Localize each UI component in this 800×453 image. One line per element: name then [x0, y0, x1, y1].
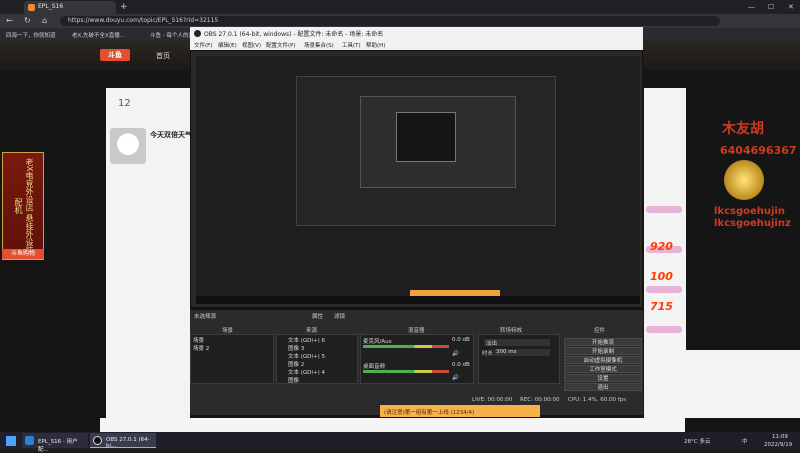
score-badge: 100 [650, 270, 673, 283]
windows-start-icon[interactable] [6, 436, 16, 446]
menu-file[interactable]: 文件(F) [194, 41, 212, 49]
edge-icon [25, 436, 34, 445]
start-record-button[interactable]: 开始录制 [564, 347, 642, 355]
source-item[interactable]: 图像 3 [288, 344, 304, 352]
virtual-camera-button[interactable]: 启动虚拟摄像机 [564, 356, 642, 364]
back-icon[interactable]: ← [6, 16, 13, 25]
site-logo[interactable]: 斗鱼 [100, 49, 130, 61]
desktop-meter [363, 370, 449, 373]
obs-menu-bar: 文件(F) 编辑(E) 视图(V) 配置文件(P) 场景集合(S) 工具(T) … [190, 40, 643, 50]
crown-icon [724, 160, 764, 200]
gift-bar [100, 418, 685, 432]
cat-avatar[interactable] [110, 128, 146, 164]
score-badge: 715 [650, 300, 673, 313]
input-language[interactable]: 中 [742, 437, 748, 445]
live-time: LIVE: 00:00:00 [472, 397, 513, 403]
source-item[interactable]: 文本 (GDI+) 6 [288, 336, 325, 344]
obs-icon [93, 436, 102, 445]
weather-status[interactable]: 28°C 多云 [684, 437, 710, 445]
overlay-number: 6404696367 [720, 144, 797, 157]
desktop-track-db: 0.0 dB [452, 362, 470, 368]
obs-window-title: OBS 27.0.1 (64-bit, windows) - 配置文件: 未命名… [204, 31, 384, 38]
scene-item[interactable]: 场景 2 [193, 344, 209, 352]
obs-title-bar: OBS 27.0.1 (64-bit, windows) - 配置文件: 未命名… [190, 27, 643, 40]
gift-tag [646, 286, 682, 293]
mic-track-label: 麦克风/Aux [363, 339, 392, 345]
menu-profile[interactable]: 配置文件(P) [266, 41, 296, 49]
controls-dock-title: 控件 [594, 328, 606, 334]
obs-status-bar: LIVE: 00:00:00 REC: 00:00:00 CPU: 1.4%, … [190, 396, 643, 404]
source-item[interactable]: 文本 (GDI+) 4 [288, 368, 325, 376]
overlay-tag: lkcsgoehujin [714, 206, 785, 217]
chat-list [686, 350, 800, 418]
nested-preview [396, 112, 456, 162]
rec-time: REC: 00:00:00 [520, 397, 560, 403]
duration-input[interactable]: 300 ms [494, 349, 550, 356]
exit-button[interactable]: 退出 [564, 383, 642, 391]
start-stream-button[interactable]: 开始推流 [564, 338, 642, 346]
source-item[interactable]: 图像 [288, 376, 299, 384]
mixer-dock-title: 混音器 [408, 328, 425, 334]
overlay-tag: lkcsgoehujinz [714, 218, 791, 229]
score-badge: 920 [650, 240, 673, 253]
settings-button[interactable]: 设置 [564, 374, 642, 382]
minimize-icon[interactable]: — [748, 3, 755, 11]
follower-count: 12 [118, 98, 131, 109]
cpu-usage: CPU: 1.4%, 60.00 fps [568, 397, 627, 403]
mic-meter [363, 345, 449, 348]
taskbar-browser[interactable]: EPL_S16 - 用户配... [22, 433, 88, 453]
transitions-dock-title: 转场特效 [500, 328, 523, 334]
card-title[interactable]: 今天双倍天气 [150, 130, 192, 140]
transition-select[interactable]: 淡出 [484, 339, 550, 347]
url-input[interactable]: https://www.douyu.com/topic/EPL_S16?rid=… [60, 16, 720, 26]
announcement-banner[interactable]: (请注意)第一组有第一上线 (1234/4) [380, 405, 540, 417]
menu-scene-collection[interactable]: 场景集合(S) [304, 41, 334, 49]
menu-help[interactable]: 帮助(H) [366, 41, 385, 49]
menu-edit[interactable]: 编辑(E) [218, 41, 237, 49]
refresh-icon[interactable]: ↻ [24, 16, 31, 25]
clock-time[interactable]: 11:09 [772, 434, 788, 440]
home-icon[interactable]: ⌂ [42, 16, 47, 25]
maximize-icon[interactable]: ☐ [768, 3, 774, 11]
desktop-track-label: 桌面音频 [363, 364, 386, 370]
close-icon[interactable]: ✕ [788, 3, 794, 11]
source-selection-label: 未选择源 [194, 314, 217, 320]
mic-track-db: 0.0 dB [452, 337, 470, 343]
studio-mode-button[interactable]: 工作室模式 [564, 365, 642, 373]
bookmark-item[interactable]: 四海一下，你就知道 [6, 31, 56, 39]
clock-date[interactable]: 2022/9/19 [764, 442, 792, 448]
source-item[interactable]: 图像 2 [288, 360, 304, 368]
menu-view[interactable]: 视图(V) [242, 41, 261, 49]
overlay-name: 木友胡 [722, 121, 764, 137]
filters-button[interactable]: 滤镜 [334, 312, 345, 320]
speaker-icon[interactable]: 🔊 [452, 351, 459, 357]
taskbar-obs[interactable]: OBS 27.0.1 (64-bi... [90, 433, 156, 449]
gift-tag [646, 206, 682, 213]
shop-button[interactable]: 斗鱼购物 [2, 249, 44, 259]
sources-dock-title: 来源 [306, 328, 318, 334]
nav-home-link[interactable]: 首页 [156, 51, 170, 61]
browser-tab[interactable]: EPL_S16 [24, 1, 116, 14]
bookmark-item[interactable]: 老X,先破不全X直播... [72, 31, 125, 39]
tab-title: EPL_S16 [38, 3, 64, 10]
new-tab-button[interactable]: + [120, 2, 128, 12]
speaker-icon[interactable]: 🔊 [452, 375, 459, 381]
preview-taskbar [196, 296, 640, 304]
duration-label: 时长 [482, 351, 494, 357]
shop-vertical-banner[interactable]: 老X电竞外设店 悬挂外设装配机 [2, 152, 44, 260]
douyu-favicon-icon [28, 4, 35, 11]
right-panel [644, 88, 686, 418]
obs-logo-icon [194, 30, 201, 37]
scenes-dock-title: 场景 [222, 328, 234, 334]
scene-item[interactable]: 场景 [193, 336, 204, 344]
menu-tools[interactable]: 工具(T) [342, 41, 361, 49]
source-item[interactable]: 文本 (GDI+) 5 [288, 352, 325, 360]
gift-tag [646, 326, 682, 333]
address-bar: ← ↻ ⌂ https://www.douyu.com/topic/EPL_S1… [0, 14, 800, 28]
properties-button[interactable]: 属性 [312, 312, 323, 320]
